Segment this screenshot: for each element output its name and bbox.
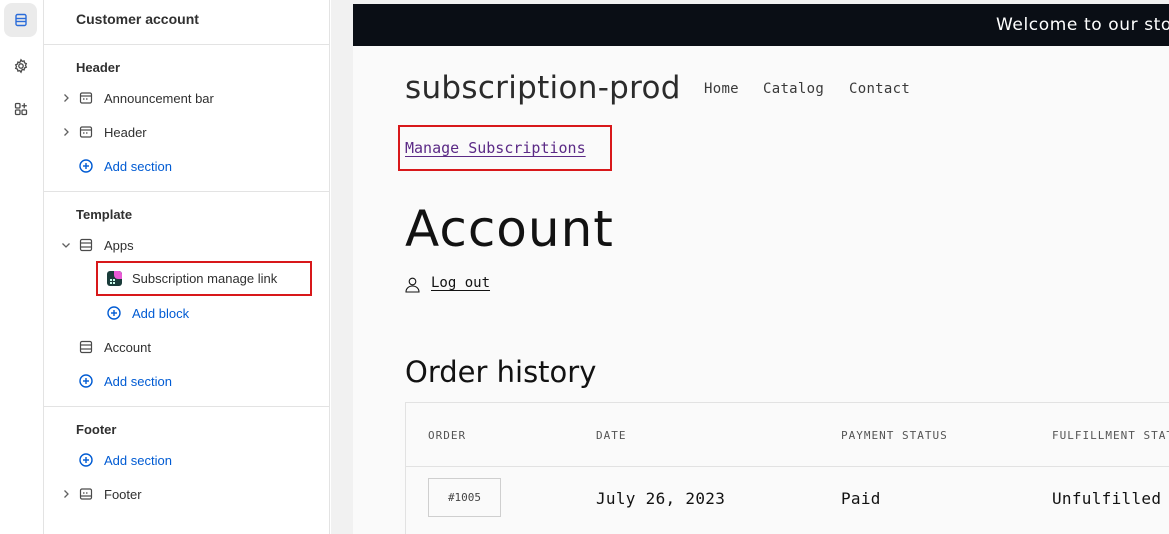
gear-icon (14, 58, 27, 74)
column-header-date: DATE (596, 429, 627, 442)
plus-circle-icon (79, 453, 93, 467)
plus-circle-icon (107, 306, 121, 320)
payment-status: Paid (841, 489, 881, 508)
section-icon (79, 238, 93, 252)
manage-subscriptions-link[interactable]: Manage Subscriptions (405, 139, 586, 157)
app-blocks-icon (14, 102, 27, 116)
section-icon (79, 488, 93, 500)
column-header-order: ORDER (428, 429, 467, 442)
section-apps[interactable]: Apps (44, 231, 329, 259)
chevron-right-icon[interactable] (60, 92, 72, 104)
section-header[interactable]: Header (44, 118, 329, 146)
store-name[interactable]: subscription-prod (405, 70, 681, 106)
plus-circle-icon (79, 159, 93, 173)
add-section-button[interactable]: Add section (78, 448, 172, 472)
app-block-icon (107, 271, 122, 286)
divider (44, 191, 329, 192)
section-footer[interactable]: Footer (44, 480, 329, 508)
page-title: Account (405, 200, 614, 258)
sections-sidebar: Customer account Header Announcement bar… (44, 0, 330, 534)
chevron-right-icon[interactable] (60, 126, 72, 138)
order-number-button[interactable]: #1005 (428, 478, 501, 517)
add-block-label: Add block (132, 305, 190, 321)
section-announcement-bar[interactable]: Announcement bar (44, 84, 329, 112)
column-header-fulfillment-status: FULFILLMENT STATUS (1052, 429, 1169, 442)
apps-rail-button[interactable] (4, 92, 37, 126)
tree-item-label: Apps (104, 237, 134, 253)
tree-item-label: Account (104, 339, 151, 355)
sidebar-title: Customer account (76, 11, 199, 27)
nav-link-catalog[interactable]: Catalog (763, 81, 824, 97)
sections-rail-button[interactable] (4, 3, 37, 37)
fulfillment-status: Unfulfilled (1052, 489, 1162, 508)
announcement-bar[interactable]: Welcome to our store (353, 4, 1169, 46)
add-section-button[interactable]: Add section (78, 369, 172, 393)
order-history-table: ORDER DATE PAYMENT STATUS FULFILLMENT ST… (405, 402, 1169, 534)
add-section-label: Add section (104, 158, 172, 174)
add-block-button[interactable]: Add block (106, 301, 189, 325)
order-date: July 26, 2023 (596, 489, 726, 508)
group-title-template: Template (76, 207, 133, 222)
nav-link-home[interactable]: Home (704, 81, 739, 97)
section-icon (79, 340, 93, 354)
add-section-button[interactable]: Add section (78, 154, 172, 178)
tree-item-label: Footer (104, 486, 142, 502)
add-section-label: Add section (104, 452, 172, 468)
plus-circle-icon (79, 374, 93, 388)
section-account[interactable]: Account (44, 333, 329, 361)
logout-link[interactable]: Log out (431, 275, 490, 291)
add-section-label: Add section (104, 373, 172, 389)
group-title-footer: Footer (76, 422, 117, 437)
divider (406, 466, 1169, 467)
tree-item-label: Announcement bar (104, 90, 214, 106)
column-header-payment-status: PAYMENT STATUS (841, 429, 948, 442)
settings-rail-button[interactable] (4, 49, 37, 83)
divider (44, 406, 329, 407)
divider (44, 44, 329, 45)
sections-icon (14, 13, 27, 27)
group-title-header: Header (76, 60, 121, 75)
left-rail (0, 0, 44, 534)
block-subscription-manage-link[interactable]: Subscription manage link (132, 271, 277, 286)
storefront-preview: Welcome to our store subscription-prod H… (353, 4, 1169, 534)
tree-item-label: Header (104, 124, 147, 140)
nav-link-contact[interactable]: Contact (849, 81, 910, 97)
section-icon (79, 126, 93, 138)
chevron-down-icon[interactable] (60, 239, 72, 251)
user-icon (405, 277, 420, 293)
section-icon (79, 92, 93, 104)
announcement-text: Welcome to our store (996, 15, 1169, 35)
order-history-heading: Order history (405, 355, 597, 389)
chevron-right-icon[interactable] (60, 488, 72, 500)
